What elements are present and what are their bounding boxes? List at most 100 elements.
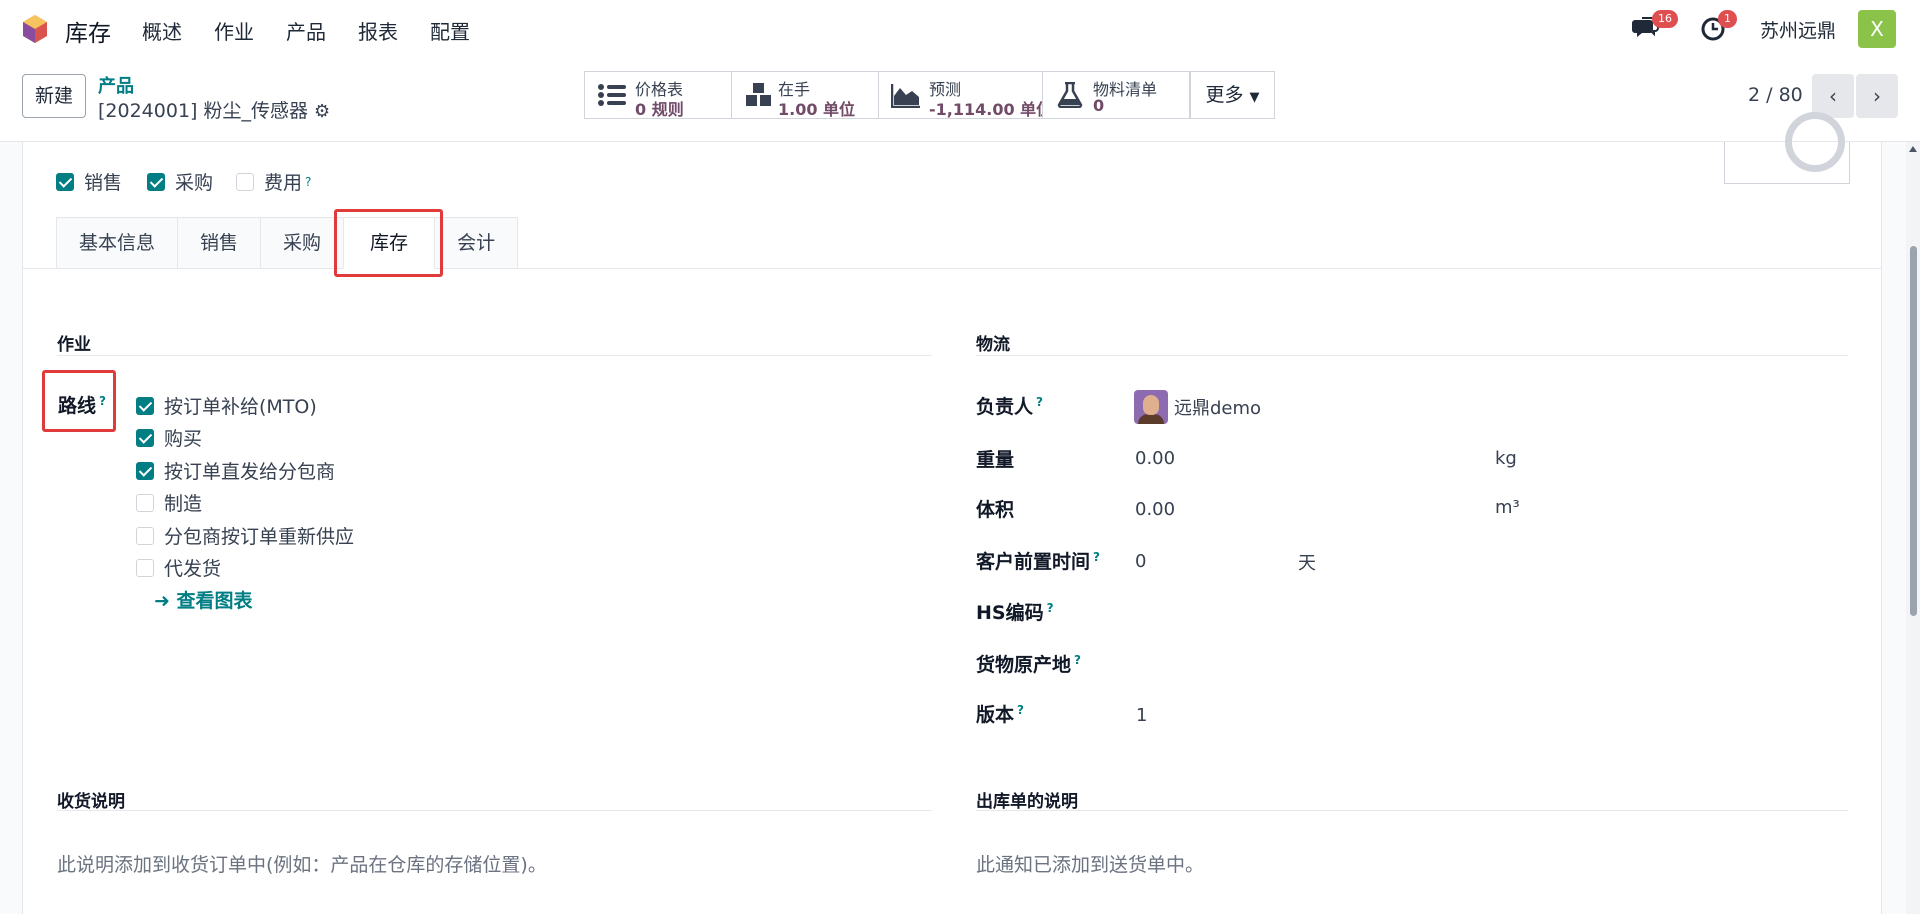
purchase-ok-checkbox[interactable]: 采购 [147, 168, 213, 195]
image-placeholder-icon [1785, 112, 1845, 172]
route-item[interactable]: 制造 [136, 489, 202, 516]
smart-button-forecast[interactable]: 预测 -1,114.00 单位 [878, 71, 1052, 119]
section-divider [976, 355, 1848, 356]
help-tooltip-icon[interactable]: ? [1017, 703, 1024, 717]
customer-lead-time-unit: 天 [1298, 553, 1316, 574]
operations-section-title: 作业 [57, 335, 91, 355]
route-item[interactable]: 按订单直发给分包商 [136, 457, 335, 484]
origin-country-text: 货物原产地 [976, 654, 1072, 676]
messages-badge: 16 [1652, 10, 1678, 28]
avatar-body [1138, 414, 1164, 424]
customer-lead-time-label: 客户前置时间? [976, 547, 1100, 574]
app-logo-icon[interactable] [22, 14, 48, 44]
route-item[interactable]: 分包商按订单重新供应 [136, 522, 354, 549]
checkbox-checked[interactable] [136, 428, 154, 447]
more-label: 更多 [1205, 84, 1244, 106]
pager-value[interactable]: 2 / 80 [1748, 84, 1803, 106]
checkbox-unchecked[interactable] [136, 526, 154, 545]
menu-item-operations[interactable]: 作业 [214, 16, 254, 45]
notebook-tabs: 基本信息 销售 采购 库存 会计 [56, 217, 519, 269]
help-tooltip-icon[interactable]: ? [305, 175, 311, 189]
new-button[interactable]: 新建 [22, 74, 86, 118]
arrow-right-icon: ➜ [154, 590, 170, 612]
volume-unit: m³ [1495, 497, 1520, 518]
gear-icon[interactable]: ⚙ [314, 101, 330, 122]
hs-code-label: HS编码? [976, 598, 1054, 625]
checkbox-unchecked[interactable] [236, 172, 254, 191]
breadcrumb-parent[interactable]: 产品 [98, 72, 134, 98]
view-diagram-link[interactable]: ➜ 查看图表 [154, 586, 253, 613]
smart-button-on-hand[interactable]: 在手 1.00 单位 [731, 71, 879, 119]
caret-down-icon: ▼ [1249, 90, 1260, 105]
highlight-inventory-tab [334, 209, 443, 277]
checkbox-checked[interactable] [56, 172, 74, 191]
responsible-avatar[interactable] [1134, 390, 1168, 424]
volume-label: 体积 [976, 499, 1015, 521]
tab-sales[interactable]: 销售 [177, 217, 261, 269]
version-label: 版本? [976, 700, 1024, 727]
chevron-left-icon: ‹ [1829, 84, 1837, 108]
route-item[interactable]: 按订单补给(MTO) [136, 392, 317, 419]
help-tooltip-icon[interactable]: ? [1093, 550, 1100, 564]
pager-next-button[interactable]: › [1856, 74, 1898, 118]
help-tooltip-icon[interactable]: ? [1036, 395, 1043, 409]
control-panel: 新建 产品 [2024001] 粉尘_传感器 ⚙ 价格表 0 规则 在手 1.00… [0, 58, 1920, 142]
responsible-value[interactable]: 远鼎demo [1174, 394, 1261, 420]
activities-button[interactable]: 1 [1700, 10, 1737, 44]
sale-ok-label: 销售 [84, 172, 123, 194]
help-tooltip-icon[interactable]: ? [1074, 653, 1081, 667]
user-avatar[interactable]: X [1858, 10, 1896, 48]
smart-button-bom[interactable]: 物料清单 0 [1042, 71, 1190, 119]
messages-button[interactable]: 16 [1632, 10, 1678, 44]
version-input[interactable]: 1 [1136, 705, 1147, 726]
checkbox-checked[interactable] [136, 396, 154, 415]
delivery-note-input[interactable]: 此通知已添加到送货单中。 [976, 850, 1204, 877]
route-item[interactable]: 代发货 [136, 554, 221, 581]
checkbox-unchecked[interactable] [136, 558, 154, 577]
menu-item-overview[interactable]: 概述 [142, 16, 182, 45]
responsible-label: 负责人? [976, 392, 1043, 419]
volume-input[interactable]: 0.00 [1135, 499, 1175, 520]
route-label: 制造 [164, 493, 203, 515]
route-item[interactable]: 购买 [136, 424, 202, 451]
expense-label: 费用 [264, 172, 303, 194]
weight-unit: kg [1495, 448, 1517, 469]
more-dropdown[interactable]: 更多 ▼ [1190, 71, 1275, 119]
weight-input[interactable]: 0.00 [1135, 448, 1175, 469]
logistics-section-title: 物流 [976, 335, 1010, 355]
menu-item-products[interactable]: 产品 [286, 16, 326, 45]
purchase-ok-label: 采购 [175, 172, 214, 194]
app-name[interactable]: 库存 [65, 14, 111, 48]
smart-button-value: 0 [1093, 96, 1105, 115]
page-scrollbar[interactable] [1906, 142, 1920, 914]
responsible-label-text: 负责人 [976, 396, 1034, 418]
expense-checkbox[interactable]: 费用? [236, 168, 311, 195]
tab-general-info[interactable]: 基本信息 [56, 217, 178, 269]
help-tooltip-icon[interactable]: ? [1047, 601, 1054, 615]
sale-ok-checkbox[interactable]: 销售 [56, 168, 122, 195]
scrollbar-thumb[interactable] [1910, 246, 1917, 616]
hs-code-text: HS编码 [976, 602, 1044, 624]
tab-accounting[interactable]: 会计 [434, 217, 519, 269]
weight-label: 重量 [976, 449, 1015, 471]
menu-item-reporting[interactable]: 报表 [358, 16, 398, 45]
checkbox-unchecked[interactable] [136, 493, 154, 512]
activities-badge: 1 [1718, 10, 1737, 28]
version-text: 版本 [976, 704, 1015, 726]
checkbox-checked[interactable] [147, 172, 165, 191]
checkbox-checked[interactable] [136, 461, 154, 480]
customer-lead-time-text: 客户前置时间 [976, 551, 1091, 573]
main-menu: 概述 作业 产品 报表 配置 [142, 16, 502, 45]
company-switcher[interactable]: 苏州远鼎 [1760, 16, 1836, 43]
delivery-note-title: 出库单的说明 [976, 792, 1078, 812]
route-label: 按订单直发给分包商 [164, 461, 336, 483]
tab-purchase[interactable]: 采购 [260, 217, 344, 269]
origin-country-label: 货物原产地? [976, 650, 1081, 677]
scroll-up-icon[interactable] [1909, 146, 1917, 152]
receipt-note-input[interactable]: 此说明添加到收货订单中(例如：产品在仓库的存储位置)。 [57, 850, 547, 877]
breadcrumb-current: [2024001] 粉尘_传感器 ⚙ [98, 96, 330, 123]
smart-button-pricelist[interactable]: 价格表 0 规则 [584, 71, 732, 119]
product-image[interactable] [1724, 112, 1850, 184]
customer-lead-time-input[interactable]: 0 [1135, 551, 1146, 572]
menu-item-configuration[interactable]: 配置 [430, 16, 470, 45]
